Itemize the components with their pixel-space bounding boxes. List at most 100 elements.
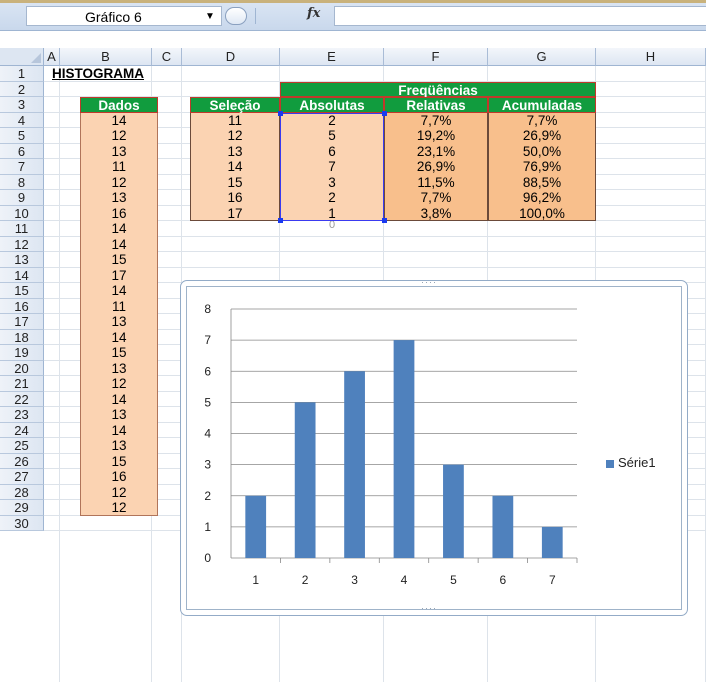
row-header[interactable]: 14: [0, 267, 44, 283]
dados-cell[interactable]: 15: [80, 345, 158, 361]
row-header[interactable]: 23: [0, 407, 44, 423]
column-header-5[interactable]: F: [384, 48, 488, 66]
acumuladas-cell[interactable]: 100,0%: [488, 205, 596, 221]
sheet-title[interactable]: HISTOGRAMA: [52, 66, 162, 81]
dados-cell[interactable]: 14: [80, 422, 158, 438]
relativas-cell[interactable]: 3,8%: [384, 205, 488, 221]
dados-cell[interactable]: 14: [80, 221, 158, 237]
column-header-1[interactable]: B: [60, 48, 152, 66]
row-header[interactable]: 22: [0, 391, 44, 407]
row-header[interactable]: 30: [0, 515, 44, 531]
relativas-cell[interactable]: 7,7%: [384, 190, 488, 206]
selecao-cell[interactable]: 17: [190, 205, 280, 221]
acumuladas-cell[interactable]: 88,5%: [488, 174, 596, 190]
selecao-cell[interactable]: 13: [190, 143, 280, 159]
row-header[interactable]: 21: [0, 376, 44, 392]
row-header[interactable]: 9: [0, 190, 44, 206]
name-box-dropdown-icon[interactable]: ▼: [205, 7, 215, 27]
dados-cell[interactable]: 12: [80, 174, 158, 190]
dados-cell[interactable]: 14: [80, 112, 158, 128]
row-header[interactable]: 19: [0, 345, 44, 361]
dados-cell[interactable]: 13: [80, 360, 158, 376]
dados-cell[interactable]: 11: [80, 298, 158, 314]
relativas-cell[interactable]: 19,2%: [384, 128, 488, 144]
relativas-cell[interactable]: 7,7%: [384, 112, 488, 128]
row-header[interactable]: 4: [0, 112, 44, 128]
dados-cell[interactable]: 14: [80, 329, 158, 345]
acumuladas-cell[interactable]: 50,0%: [488, 143, 596, 159]
dados-cell[interactable]: 13: [80, 190, 158, 206]
header-acumuladas[interactable]: Acumuladas: [488, 97, 596, 113]
dados-cell[interactable]: 17: [80, 267, 158, 283]
relativas-cell[interactable]: 26,9%: [384, 159, 488, 175]
dados-cell[interactable]: 11: [80, 159, 158, 175]
row-header[interactable]: 27: [0, 469, 44, 485]
select-all-corner[interactable]: [0, 48, 44, 66]
header-relativas[interactable]: Relativas: [384, 97, 488, 113]
column-header-4[interactable]: E: [280, 48, 384, 66]
selecao-cell[interactable]: 11: [190, 112, 280, 128]
dados-cell[interactable]: 14: [80, 236, 158, 252]
selecao-cell[interactable]: 12: [190, 128, 280, 144]
selection-range[interactable]: [280, 112, 384, 221]
row-header[interactable]: 5: [0, 128, 44, 144]
relativas-cell[interactable]: 23,1%: [384, 143, 488, 159]
dados-cell[interactable]: 15: [80, 453, 158, 469]
dados-cell[interactable]: 16: [80, 205, 158, 221]
name-box[interactable]: Gráfico 6 ▼: [26, 6, 222, 26]
column-header-0[interactable]: A: [44, 48, 60, 66]
column-header-3[interactable]: D: [182, 48, 280, 66]
formula-options-icon[interactable]: [225, 7, 247, 25]
row-header[interactable]: 8: [0, 174, 44, 190]
acumuladas-cell[interactable]: 7,7%: [488, 112, 596, 128]
row-header[interactable]: 10: [0, 205, 44, 221]
selection-handle[interactable]: [382, 218, 387, 223]
column-header-6[interactable]: G: [488, 48, 596, 66]
row-header[interactable]: 7: [0, 159, 44, 175]
frequencias-header[interactable]: Freqüências: [280, 81, 596, 97]
bar-chart[interactable]: 0 1 2 3 4 5 6 7 8 1 2 3 4 5 6 7: [181, 281, 687, 615]
row-header[interactable]: 20: [0, 360, 44, 376]
dados-cell[interactable]: 13: [80, 407, 158, 423]
row-header[interactable]: 15: [0, 283, 44, 299]
selection-handle[interactable]: [278, 110, 283, 116]
row-header[interactable]: 1: [0, 66, 44, 82]
absolutas-overflow-cell[interactable]: 0: [280, 220, 384, 237]
insert-function-icon[interactable]: fx: [307, 6, 320, 21]
row-header[interactable]: 13: [0, 252, 44, 268]
row-header[interactable]: 16: [0, 298, 44, 314]
dados-cell[interactable]: 12: [80, 484, 158, 500]
dados-cell[interactable]: 12: [80, 128, 158, 144]
relativas-cell[interactable]: 11,5%: [384, 174, 488, 190]
selecao-cell[interactable]: 16: [190, 190, 280, 206]
acumuladas-cell[interactable]: 26,9%: [488, 128, 596, 144]
chart-object[interactable]: 0 1 2 3 4 5 6 7 8 1 2 3 4 5 6 7 Série1 ···· ····: [180, 277, 688, 616]
resize-handle-top[interactable]: ····: [421, 277, 437, 287]
acumuladas-cell[interactable]: 96,2%: [488, 190, 596, 206]
row-header[interactable]: 18: [0, 329, 44, 345]
selection-handle[interactable]: [382, 110, 387, 116]
header-dados[interactable]: Dados: [80, 97, 158, 113]
dados-cell[interactable]: 13: [80, 438, 158, 454]
column-header-2[interactable]: C: [152, 48, 182, 66]
dados-cell[interactable]: 14: [80, 391, 158, 407]
selection-handle[interactable]: [278, 218, 283, 223]
dados-cell[interactable]: 13: [80, 143, 158, 159]
dados-cell[interactable]: 12: [80, 376, 158, 392]
row-header[interactable]: 11: [0, 221, 44, 237]
header-absolutas[interactable]: Absolutas: [280, 97, 384, 113]
row-header[interactable]: 24: [0, 422, 44, 438]
dados-cell[interactable]: 16: [80, 469, 158, 485]
row-header[interactable]: 2: [0, 81, 44, 97]
row-header[interactable]: 29: [0, 500, 44, 516]
dados-cell[interactable]: 15: [80, 252, 158, 268]
header-selecao[interactable]: Seleção: [190, 97, 280, 113]
dados-cell[interactable]: 13: [80, 314, 158, 330]
resize-handle-bottom[interactable]: ····: [421, 603, 437, 613]
acumuladas-cell[interactable]: 76,9%: [488, 159, 596, 175]
column-header-7[interactable]: H: [596, 48, 706, 66]
formula-input[interactable]: [334, 6, 706, 26]
row-header[interactable]: 25: [0, 438, 44, 454]
row-header[interactable]: 28: [0, 484, 44, 500]
row-header[interactable]: 6: [0, 143, 44, 159]
